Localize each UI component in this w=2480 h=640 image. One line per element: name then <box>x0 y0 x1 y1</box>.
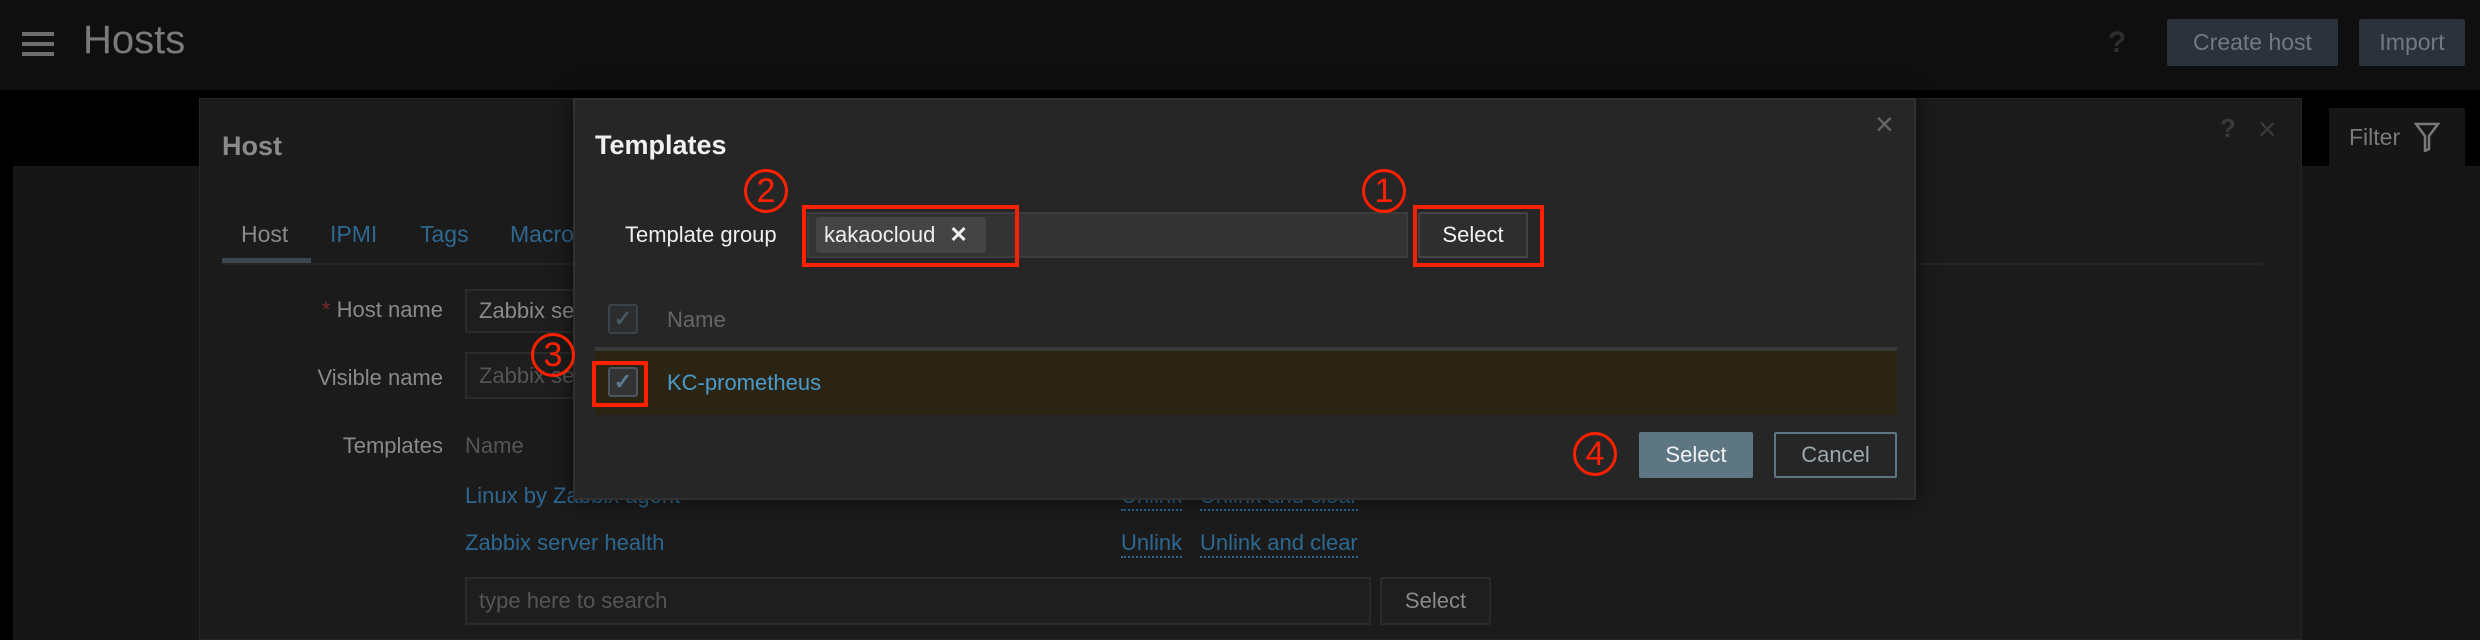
step-3-marker: 3 <box>531 333 575 377</box>
templates-dialog: Templates × Template group kakaocloud ✕ … <box>573 98 1916 500</box>
name-column-header: Name <box>667 307 726 332</box>
tab-tags[interactable]: Tags <box>420 221 469 248</box>
help-icon[interactable]: ? <box>2220 113 2236 144</box>
templates-dialog-title: Templates <box>595 130 727 160</box>
close-icon[interactable]: × <box>1875 106 1894 143</box>
unlink-link[interactable]: Unlink <box>1121 530 1183 558</box>
page-title: Hosts <box>83 18 186 62</box>
annotation-box-1 <box>1413 205 1544 267</box>
host-name-label: * Host name <box>321 297 443 322</box>
annotation-box-3 <box>592 361 648 407</box>
menu-icon[interactable] <box>22 32 54 56</box>
step-1-marker: 1 <box>1362 169 1406 213</box>
tab-ipmi[interactable]: IPMI <box>330 221 377 248</box>
host-dialog-title: Host <box>222 131 282 161</box>
filter-panel <box>2302 166 2480 640</box>
annotation-box-2 <box>802 205 1019 267</box>
template-select-button[interactable]: Select <box>1380 577 1491 625</box>
step-4-marker: 4 <box>1573 432 1617 476</box>
filter-tab[interactable]: Filter <box>2329 108 2465 166</box>
host-list-panel <box>13 166 203 640</box>
templates-column-name: Name <box>465 433 524 458</box>
close-icon[interactable]: × <box>2258 111 2277 148</box>
select-button[interactable]: Select <box>1639 432 1753 478</box>
create-host-button[interactable]: Create host <box>2167 19 2338 66</box>
filter-icon <box>2414 122 2441 152</box>
select-all-checkbox[interactable]: ✓ <box>608 304 638 334</box>
import-button[interactable]: Import <box>2359 19 2465 66</box>
step-2-marker: 2 <box>744 169 788 213</box>
visible-name-label: Visible name <box>317 365 443 390</box>
template-search-input[interactable]: type here to search <box>465 577 1371 625</box>
templates-label: Templates <box>342 433 443 458</box>
template-link[interactable]: Zabbix server health <box>465 530 664 556</box>
cancel-button[interactable]: Cancel <box>1774 432 1897 478</box>
unlink-and-clear-link[interactable]: Unlink and clear <box>1200 530 1358 558</box>
help-icon[interactable]: ? <box>2108 26 2126 60</box>
tab-host[interactable]: Host <box>241 221 288 248</box>
template-name-link[interactable]: KC-prometheus <box>667 370 821 396</box>
template-group-label: Template group <box>625 222 777 247</box>
filter-label: Filter <box>2349 123 2401 150</box>
